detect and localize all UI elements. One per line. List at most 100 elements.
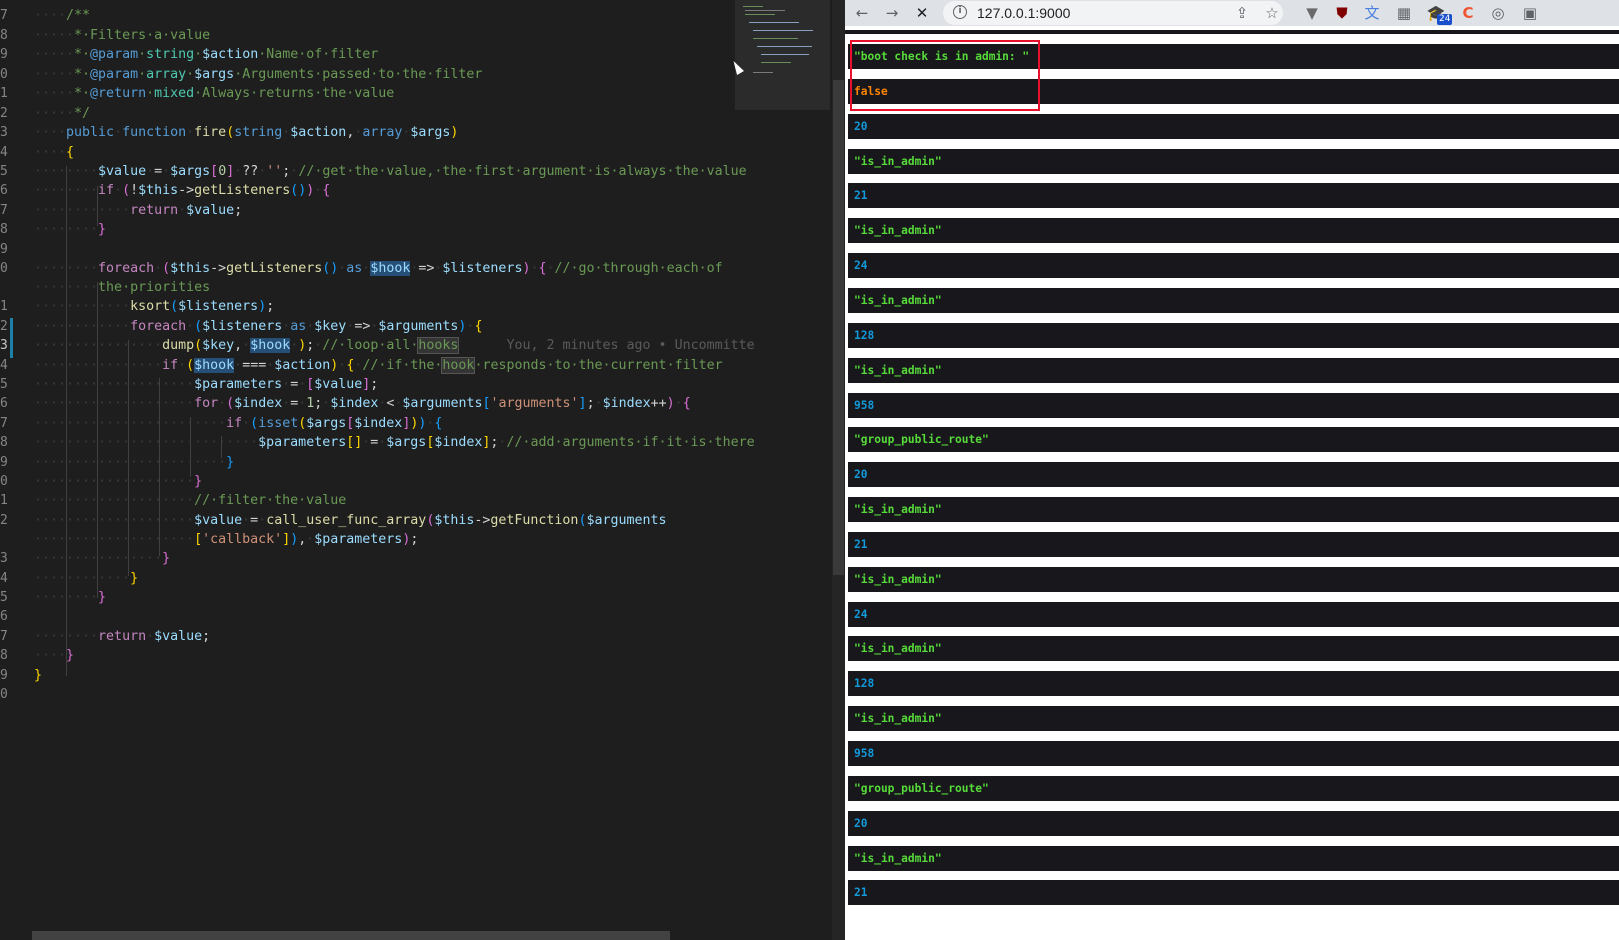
code-line: ············ksort($listeners); <box>34 299 275 314</box>
code-line: ········the·priorities <box>34 280 211 295</box>
code-line: ················} <box>34 551 171 566</box>
scrollbar-thumb[interactable] <box>833 80 844 575</box>
code-line: ························} <box>34 455 235 470</box>
extension-badge: 24 <box>1437 14 1453 25</box>
line-number: 9 <box>0 47 8 62</box>
minimap-line <box>753 72 773 73</box>
line-number: 3 <box>0 551 8 566</box>
git-blame-annotation: You, 2 minutes ago • Uncommitte <box>506 338 755 353</box>
colorzilla-icon[interactable]: C <box>1457 2 1479 24</box>
highlight-box <box>850 40 1040 111</box>
stop-icon[interactable]: ✕ <box>911 2 933 24</box>
code-editor[interactable]: 7890123456789012345678901234567890 ····/… <box>0 0 832 940</box>
browser-toolbar: ← → ✕ i 127.0.0.1:9000 ⇪ ☆ ▼ ⛊ 文 ▦ 🎓 24 … <box>845 0 1619 26</box>
dump-row: 21 <box>848 183 1619 209</box>
minimap-line <box>745 14 775 15</box>
code-line: ····················} <box>34 474 203 489</box>
minimap-line <box>749 22 799 23</box>
editor-vertical-scrollbar[interactable] <box>832 0 845 940</box>
dump-strip <box>845 30 1619 34</box>
line-number: 3 <box>0 125 8 140</box>
code-line: ················if·($hook·===·$action)·{… <box>34 357 723 374</box>
line-number: 6 <box>0 183 8 198</box>
code-line: ····} <box>34 648 75 663</box>
dump-row: "is_in_admin" <box>848 287 1619 313</box>
line-number: 5 <box>0 377 8 392</box>
pip-icon[interactable]: ▣ <box>1519 2 1541 24</box>
site-info-icon[interactable]: i <box>953 5 967 19</box>
line-number: 4 <box>0 145 8 160</box>
share-icon[interactable]: ⇪ <box>1231 2 1253 24</box>
line-number: 0 <box>0 67 8 82</box>
line-number: 0 <box>0 474 8 489</box>
code-line: ························if·(isset($args[… <box>34 416 443 431</box>
dump-row: 958 <box>848 392 1619 418</box>
code-line: ····················['callback']),·$para… <box>34 532 419 547</box>
line-number: 1 <box>0 493 8 508</box>
code-line: ·····*·@return·mixed·Always·returns·the·… <box>34 86 395 101</box>
code-line: ·····*/ <box>34 106 91 121</box>
line-number: 5 <box>0 590 8 605</box>
code-line: ············} <box>34 571 139 586</box>
code-line: ····················$parameters·=·[$valu… <box>34 377 379 392</box>
code-line: ····/** <box>34 8 91 23</box>
dump-row: "is_in_admin" <box>848 218 1619 244</box>
dump-row: "is_in_admin" <box>848 566 1619 592</box>
dump-row: "is_in_admin" <box>848 636 1619 662</box>
line-number: 8 <box>0 435 8 450</box>
url-text[interactable]: 127.0.0.1:9000 <box>977 1 1070 25</box>
code-line: ········$value·=·$args[0]·??·'';·//·get·… <box>34 164 747 179</box>
dump-row: 20 <box>848 810 1619 836</box>
qr-icon[interactable]: ▦ <box>1393 2 1415 24</box>
minimap-line <box>757 46 812 47</box>
code-line: ····················for·($index·=·1;·$in… <box>34 396 691 411</box>
translate-icon[interactable]: 文 <box>1361 2 1383 24</box>
line-number <box>0 278 14 298</box>
line-number: 2 <box>0 513 8 528</box>
code-line: } <box>34 668 43 683</box>
code-line: ········foreach·($this->getListeners()·a… <box>34 261 723 276</box>
line-number: 4 <box>0 358 8 373</box>
ublock-icon[interactable]: ⛊ <box>1331 2 1353 24</box>
minimap[interactable] <box>735 0 830 110</box>
star-icon[interactable]: ☆ <box>1261 2 1283 24</box>
code-line: ········} <box>34 590 107 605</box>
line-number: 1 <box>0 86 8 101</box>
browser-window: ← → ✕ i 127.0.0.1:9000 ⇪ ☆ ▼ ⛊ 文 ▦ 🎓 24 … <box>845 0 1619 940</box>
line-number: 7 <box>0 629 8 644</box>
vuetify-icon[interactable]: ▼ <box>1301 2 1323 24</box>
forward-icon[interactable]: → <box>881 2 903 24</box>
dump-row: 20 <box>848 462 1619 488</box>
dump-row: 128 <box>848 322 1619 348</box>
code-area[interactable]: 7890123456789012345678901234567890 ····/… <box>0 0 760 940</box>
line-number: 1 <box>0 299 8 314</box>
dump-row: 21 <box>848 880 1619 906</box>
minimap-line <box>753 30 813 31</box>
git-change-marker <box>10 318 13 358</box>
code-line: ····················$value·=·call_user_f… <box>34 513 667 528</box>
dump-row: 21 <box>848 531 1619 557</box>
minimap-line <box>761 54 809 55</box>
dump-row: "group_public_route" <box>848 427 1619 453</box>
code-line: ·····*·@param·string·$action·Name·of·fil… <box>34 47 379 62</box>
minimap-line <box>743 6 763 7</box>
circle-icon[interactable]: ◎ <box>1487 2 1509 24</box>
code-line: ·····*·@param·array·$args·Arguments·pass… <box>34 67 483 82</box>
dump-row: 24 <box>848 601 1619 627</box>
line-number: 7 <box>0 8 8 23</box>
horizontal-scrollbar[interactable] <box>32 931 670 940</box>
code-line: ········} <box>34 222 107 237</box>
code-line: ········return·$value; <box>34 629 211 644</box>
dump-row: 20 <box>848 113 1619 139</box>
code-line: ····················//·filter·the·value <box>34 493 347 508</box>
dump-row: "is_in_admin" <box>848 148 1619 174</box>
line-number <box>0 530 14 550</box>
line-number: 0 <box>0 687 8 702</box>
line-number: 7 <box>0 203 8 218</box>
line-number: 6 <box>0 396 8 411</box>
code-line: ············foreach·($listeners·as·$key·… <box>34 319 483 334</box>
dump-row: "is_in_admin" <box>848 845 1619 871</box>
code-line: ····························$parameters[… <box>34 435 755 450</box>
code-line: ····{ <box>34 145 75 160</box>
back-icon[interactable]: ← <box>851 2 873 24</box>
